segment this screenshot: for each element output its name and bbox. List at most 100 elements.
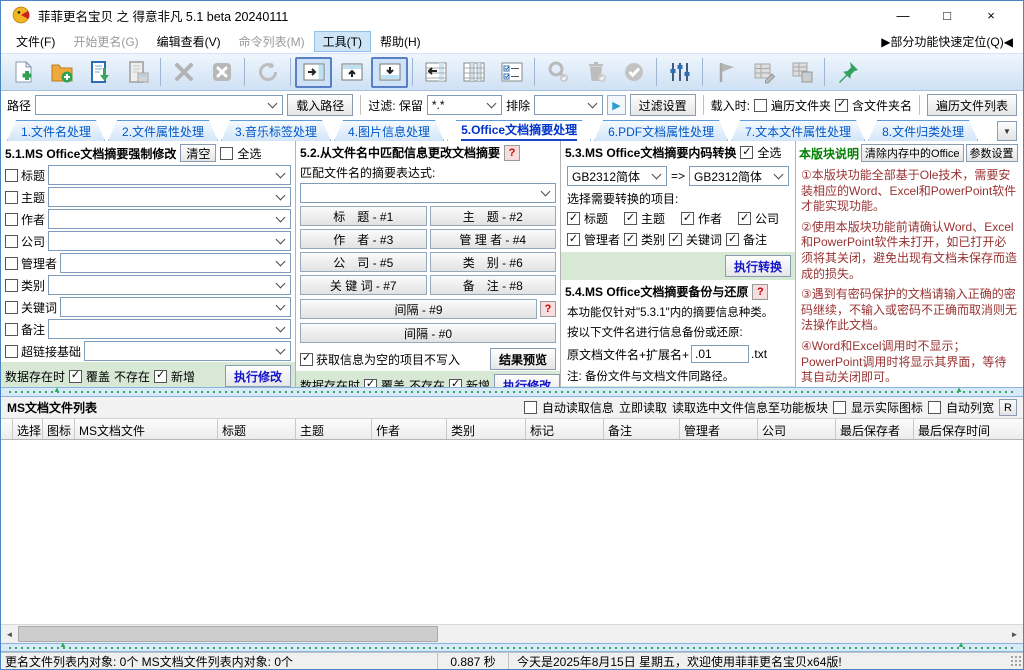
panel-right-button[interactable]	[295, 57, 332, 88]
reset-columns-button[interactable]: R	[999, 399, 1017, 416]
help-icon[interactable]: ?	[752, 284, 768, 300]
read-now-link[interactable]: 立即读取	[619, 399, 667, 416]
horizontal-scrollbar[interactable]: ◄ ►	[1, 624, 1023, 643]
path-combobox[interactable]	[35, 95, 283, 115]
table-columns-button[interactable]	[455, 57, 492, 88]
column-header-category[interactable]: 类别	[447, 419, 526, 439]
scroll-left-arrow-icon[interactable]: ◄	[1, 625, 18, 643]
tab-music-tags[interactable]: 3.音乐标签处理	[221, 120, 331, 141]
column-header-last-saved-time[interactable]: 最后保存时间	[914, 419, 1023, 439]
convert-title-checkbox[interactable]	[567, 212, 580, 225]
comments-combobox[interactable]	[48, 319, 291, 339]
resize-grip[interactable]	[1010, 655, 1022, 667]
subject-combobox[interactable]	[48, 187, 291, 207]
horizontal-splitter[interactable]: ▲ ▲	[1, 387, 1023, 397]
select-all-checkbox-51[interactable]	[220, 147, 233, 160]
skip-empty-checkbox[interactable]	[300, 353, 313, 366]
hyperlink-base-checkbox[interactable]	[5, 345, 18, 358]
insert-comments-button[interactable]: 备 注 - #8	[430, 275, 557, 295]
category-checkbox[interactable]	[5, 279, 18, 292]
interval-0-button[interactable]: 间隔 - #0	[300, 323, 556, 343]
manager-checkbox[interactable]	[5, 257, 18, 270]
column-header-manager[interactable]: 管理者	[680, 419, 758, 439]
execute-convert-button[interactable]: 执行转换	[725, 255, 791, 277]
company-combobox[interactable]	[48, 231, 291, 251]
load-path-button[interactable]: 载入路径	[287, 94, 353, 116]
company-checkbox[interactable]	[5, 235, 18, 248]
add-checkbox-51[interactable]	[154, 370, 167, 383]
tab-office-summary[interactable]: 5.Office文档摘要处理	[447, 120, 591, 141]
panel-bottom-button[interactable]	[371, 57, 408, 88]
insert-company-button[interactable]: 公 司 - #5	[300, 252, 427, 272]
scrollbar-thumb[interactable]	[18, 626, 438, 642]
menu-help[interactable]: 帮助(H)	[371, 31, 430, 52]
parameter-settings-button[interactable]: 参数设置	[966, 144, 1018, 162]
column-header-icon[interactable]: 图标	[43, 419, 75, 439]
panel-top-button[interactable]	[333, 57, 370, 88]
preview-result-button[interactable]: 结果预览	[490, 348, 556, 370]
help-icon[interactable]: ?	[504, 145, 520, 161]
overwrite-checkbox-51[interactable]	[69, 370, 82, 383]
column-header-file[interactable]: MS文档文件	[75, 419, 218, 439]
interval-9-button[interactable]: 间隔 - #9	[300, 299, 537, 319]
menu-edit-view[interactable]: 编辑查看(V)	[148, 31, 230, 52]
minimize-button[interactable]: —	[881, 8, 925, 23]
insert-manager-button[interactable]: 管 理 者 - #4	[430, 229, 557, 249]
table-move-left-button[interactable]	[417, 57, 454, 88]
column-header-select[interactable]: 选择	[13, 419, 43, 439]
insert-title-button[interactable]: 标 题 - #1	[300, 206, 427, 226]
column-header-subject[interactable]: 主题	[296, 419, 372, 439]
overwrite-checkbox-52[interactable]	[364, 379, 377, 388]
include-folder-name-checkbox[interactable]	[835, 99, 848, 112]
traverse-file-list-button[interactable]: 遍历文件列表	[927, 94, 1017, 116]
add-checkbox-52[interactable]	[449, 379, 462, 388]
insert-author-button[interactable]: 作 者 - #3	[300, 229, 427, 249]
subject-checkbox[interactable]	[5, 191, 18, 204]
menu-quick-locate[interactable]: ▶部分功能快速定位(Q)◀	[881, 33, 1017, 50]
tab-image-info[interactable]: 4.图片信息处理	[334, 120, 444, 141]
filter-settings-button[interactable]: 过滤设置	[630, 94, 696, 116]
column-header-company[interactable]: 公司	[758, 419, 836, 439]
convert-comments-checkbox[interactable]	[726, 233, 739, 246]
clear-button[interactable]: 清空	[180, 144, 216, 162]
backup-ext-input[interactable]	[691, 345, 749, 363]
author-combobox[interactable]	[48, 209, 291, 229]
category-combobox[interactable]	[48, 275, 291, 295]
tab-text-attributes[interactable]: 7.文本文件属性处理	[731, 120, 865, 141]
select-all-checkbox-53[interactable]	[740, 146, 753, 159]
auto-column-width-checkbox[interactable]	[928, 401, 941, 414]
tab-pdf-attributes[interactable]: 6.PDF文档属性处理	[594, 120, 728, 141]
from-encoding-combobox[interactable]: GB2312简体	[567, 166, 667, 186]
tab-overflow-button[interactable]: ▼	[997, 121, 1017, 141]
column-header-mark[interactable]: 标记	[526, 419, 604, 439]
comments-checkbox[interactable]	[5, 323, 18, 336]
exclude-filter-combobox[interactable]	[534, 95, 603, 115]
menu-tools[interactable]: 工具(T)	[314, 31, 371, 52]
help-icon[interactable]: ?	[540, 301, 556, 317]
column-header-comments[interactable]: 备注	[604, 419, 680, 439]
check-list-button[interactable]	[493, 57, 530, 88]
tab-filename[interactable]: 1.文件名处理	[7, 120, 105, 141]
convert-manager-checkbox[interactable]	[567, 233, 580, 246]
maximize-button[interactable]: □	[925, 8, 969, 23]
title-combobox[interactable]	[48, 165, 291, 185]
execute-modify-button-51[interactable]: 执行修改	[225, 365, 291, 387]
keep-filter-combobox[interactable]: *.*	[427, 95, 502, 115]
insert-subject-button[interactable]: 主 题 - #2	[430, 206, 557, 226]
execute-modify-button-52[interactable]: 执行修改	[494, 374, 560, 387]
author-checkbox[interactable]	[5, 213, 18, 226]
import-list-button[interactable]	[81, 57, 118, 88]
keywords-combobox[interactable]	[60, 297, 291, 317]
expression-combobox[interactable]	[300, 183, 556, 203]
hyperlink-base-combobox[interactable]	[84, 341, 291, 361]
traverse-folders-checkbox[interactable]	[754, 99, 767, 112]
tab-file-classify[interactable]: 8.文件归类处理	[868, 120, 978, 141]
read-selected-link[interactable]: 读取选中文件信息至功能板块	[672, 399, 828, 416]
to-encoding-combobox[interactable]: GB2312简体	[689, 166, 789, 186]
insert-category-button[interactable]: 类 别 - #6	[430, 252, 557, 272]
horizontal-splitter[interactable]: ▲ ▲	[1, 643, 1023, 652]
apply-filter-button[interactable]: ▶	[607, 95, 625, 115]
convert-company-checkbox[interactable]	[738, 212, 751, 225]
clear-office-memory-button[interactable]: 清除内存中的Office	[861, 144, 964, 162]
tab-file-attributes[interactable]: 2.文件属性处理	[108, 120, 218, 141]
